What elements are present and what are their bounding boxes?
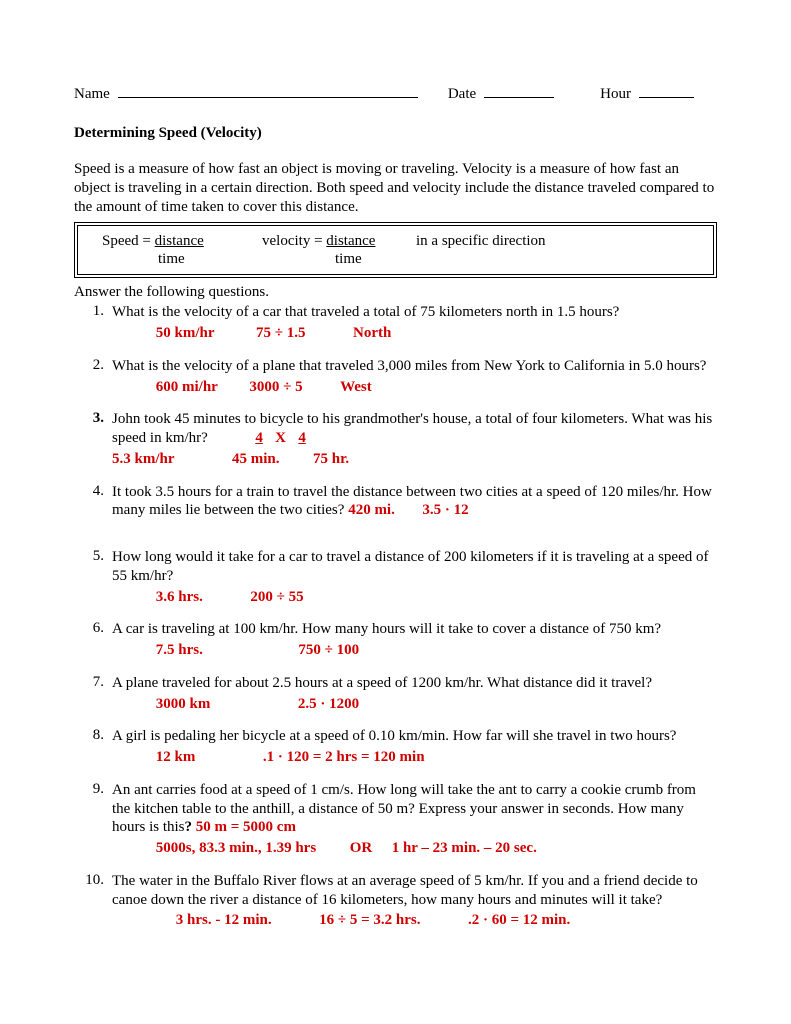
- q-number: 7.: [74, 674, 112, 714]
- question-8: 8. A girl is pedaling her bicycle at a s…: [74, 727, 717, 767]
- questions-list: 1. What is the velocity of a car that tr…: [74, 303, 717, 930]
- answer-frac-n2: 4: [298, 430, 306, 446]
- answer: 600 mi/hr: [156, 379, 218, 395]
- answer: 3.6 hrs.: [156, 589, 203, 605]
- answer-alt: 1 hr – 23 min. – 20 sec.: [392, 840, 537, 856]
- velocity-denominator: time: [335, 250, 362, 268]
- speed-eq-label: Speed =: [102, 233, 155, 249]
- answer-work: .1 · 120 = 2 hrs = 120 min: [263, 749, 425, 765]
- answer-direction: North: [353, 325, 391, 341]
- answer-frac-n1: 4: [255, 430, 263, 446]
- answer-times: X: [267, 429, 295, 448]
- answer-direction: West: [340, 379, 372, 395]
- answer-conv: 50 m = 5000 cm: [196, 819, 296, 835]
- answer: 3000 km: [156, 696, 211, 712]
- q-number: 2.: [74, 357, 112, 397]
- q-text: A car is traveling at 100 km/hr. How man…: [112, 621, 661, 637]
- q-number: 6.: [74, 620, 112, 660]
- q-text: What is the velocity of a plane that tra…: [112, 358, 706, 374]
- q-text: What is the velocity of a car that trave…: [112, 304, 619, 320]
- answer: 12 km: [156, 749, 196, 765]
- question-4: 4. It took 3.5 hours for a train to trav…: [74, 483, 717, 521]
- q-number: 3.: [74, 410, 112, 468]
- answer: 420 mi.: [348, 502, 395, 518]
- answer-work: 200 ÷ 55: [250, 589, 303, 605]
- direction-note: in a specific direction: [416, 232, 546, 250]
- answer-work: 3000 ÷ 5: [249, 379, 302, 395]
- answer: 5.3 km/hr: [112, 451, 175, 467]
- velocity-eq-label: velocity =: [262, 233, 326, 249]
- formula-box: Speed = distance velocity = distance in …: [74, 222, 717, 278]
- answer-work: 3.5 · 12: [422, 502, 468, 518]
- answer-line: 3 hrs. - 12 min. 16 ÷ 5 = 3.2 hrs. .2 · …: [112, 911, 717, 930]
- q-mark: ?: [185, 819, 196, 835]
- header-line: Name Date Hour: [74, 82, 717, 103]
- answer-frac-d1: 45 min.: [232, 451, 280, 467]
- question-3: 3. John took 45 minutes to bicycle to hi…: [74, 410, 717, 468]
- q-text: A girl is pedaling her bicycle at a spee…: [112, 728, 676, 744]
- answer-line: 5000s, 83.3 min., 1.39 hrs OR 1 hr – 23 …: [112, 839, 717, 858]
- date-blank[interactable]: [484, 82, 554, 98]
- answer-line: 7.5 hrs. 750 ÷ 100: [112, 641, 717, 660]
- q-number: 9.: [74, 781, 112, 858]
- question-5: 5. How long would it take for a car to t…: [74, 548, 717, 606]
- worksheet-page: Name Date Hour Determining Speed (Veloci…: [0, 0, 791, 1024]
- question-2: 2. What is the velocity of a plane that …: [74, 357, 717, 397]
- answer-work: 75 ÷ 1.5: [256, 325, 305, 341]
- q-text: The water in the Buffalo River flows at …: [112, 873, 698, 908]
- hour-label: Hour: [600, 86, 631, 103]
- answer-line: 600 mi/hr 3000 ÷ 5 West: [112, 378, 717, 397]
- q-number: 1.: [74, 303, 112, 343]
- answer-line: 3000 km 2.5 · 1200: [112, 695, 717, 714]
- q-number: 10.: [74, 872, 112, 930]
- speed-denominator: time: [158, 250, 222, 268]
- q-text: A plane traveled for about 2.5 hours at …: [112, 675, 652, 691]
- answer-frac-d2: 75 hr.: [313, 451, 349, 467]
- question-7: 7. A plane traveled for about 2.5 hours …: [74, 674, 717, 714]
- answer: 5000s, 83.3 min., 1.39 hrs: [156, 840, 316, 856]
- q-text: John took 45 minutes to bicycle to his g…: [112, 411, 712, 446]
- answer-prompt: Answer the following questions.: [74, 284, 717, 301]
- answer-work: 750 ÷ 100: [298, 642, 359, 658]
- answer: 3 hrs. - 12 min.: [176, 912, 272, 928]
- answer-work: 2.5 · 1200: [298, 696, 359, 712]
- date-label: Date: [448, 86, 476, 103]
- answer-or: OR: [350, 840, 373, 856]
- speed-numerator: distance: [155, 233, 204, 249]
- answer-line: 50 km/hr 75 ÷ 1.5 North: [112, 324, 717, 343]
- q-number: 8.: [74, 727, 112, 767]
- question-10: 10. The water in the Buffalo River flows…: [74, 872, 717, 930]
- page-title: Determining Speed (Velocity): [74, 125, 717, 142]
- answer-work2: .2 · 60 = 12 min.: [468, 912, 570, 928]
- question-6: 6. A car is traveling at 100 km/hr. How …: [74, 620, 717, 660]
- q-number: 4.: [74, 483, 112, 521]
- answer-line: 12 km .1 · 120 = 2 hrs = 120 min: [112, 748, 717, 767]
- answer-work1: 16 ÷ 5 = 3.2 hrs.: [319, 912, 420, 928]
- velocity-numerator: distance: [326, 233, 375, 249]
- answer-line: 3.6 hrs. 200 ÷ 55: [112, 588, 717, 607]
- name-blank[interactable]: [118, 82, 418, 98]
- question-1: 1. What is the velocity of a car that tr…: [74, 303, 717, 343]
- intro-text: Speed is a measure of how fast an object…: [74, 160, 717, 216]
- q-text: How long would it take for a car to trav…: [112, 549, 708, 584]
- answer: 7.5 hrs.: [156, 642, 203, 658]
- hour-blank[interactable]: [639, 82, 694, 98]
- answer-line: 5.3 km/hr 45 min. 75 hr.: [112, 450, 717, 469]
- name-label: Name: [74, 86, 110, 103]
- q-number: 5.: [74, 548, 112, 606]
- q-text: It took 3.5 hours for a train to travel …: [112, 484, 712, 519]
- question-9: 9. An ant carries food at a speed of 1 c…: [74, 781, 717, 858]
- answer: 50 km/hr: [156, 325, 215, 341]
